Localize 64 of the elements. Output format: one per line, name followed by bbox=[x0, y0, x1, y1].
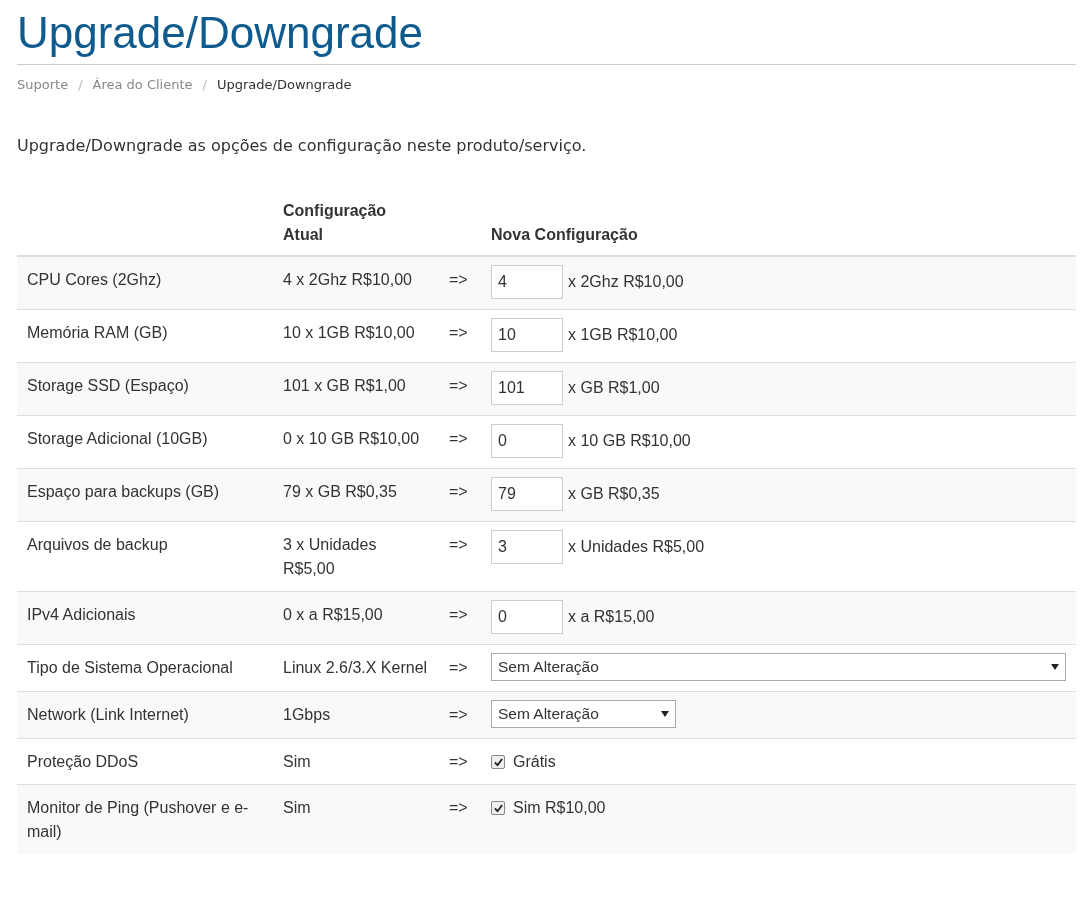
quantity-input[interactable]: 0 bbox=[491, 600, 563, 634]
quantity-input[interactable]: 3 bbox=[491, 530, 563, 564]
arrow-text: => bbox=[449, 377, 468, 394]
checkbox-label: Sim R$10,00 bbox=[513, 798, 606, 818]
arrow-text: => bbox=[449, 271, 468, 288]
checkbox[interactable] bbox=[491, 801, 505, 815]
current-value: 79 x GB R$0,35 bbox=[283, 483, 397, 500]
arrow-text: => bbox=[449, 799, 468, 816]
unit-price: x a R$15,00 bbox=[568, 607, 655, 627]
arrow-text: => bbox=[449, 753, 468, 770]
current-value: 4 x 2Ghz R$10,00 bbox=[283, 271, 412, 288]
caret-icon bbox=[661, 711, 669, 717]
option-label: Tipo de Sistema Operacional bbox=[27, 659, 233, 676]
breadcrumb-link[interactable]: Upgrade/Downgrade bbox=[216, 77, 352, 92]
option-label: Storage SSD (Espaço) bbox=[27, 377, 189, 394]
column-header: Configuração Atual bbox=[283, 201, 388, 245]
unit-price: x GB R$0,35 bbox=[568, 484, 660, 504]
breadcrumb-link[interactable]: Área do Cliente bbox=[92, 77, 193, 92]
option-label: Proteção DDoS bbox=[27, 753, 139, 770]
current-value: 3 x Unidades R$5,00 bbox=[283, 536, 377, 577]
checkbox-label: Grátis bbox=[513, 752, 556, 772]
unit-price: x 10 GB R$10,00 bbox=[568, 431, 691, 451]
option-label: Memória RAM (GB) bbox=[27, 324, 168, 341]
option-label: IPv4 Adicionais bbox=[27, 606, 136, 623]
current-value: 101 x GB R$1,00 bbox=[283, 377, 406, 394]
arrow-text: => bbox=[449, 536, 468, 553]
caret-icon bbox=[1051, 664, 1059, 670]
arrow-text: => bbox=[449, 659, 468, 676]
arrow-text: => bbox=[449, 706, 468, 723]
quantity-input[interactable]: 101 bbox=[491, 371, 563, 405]
breadcrumb-link[interactable]: Suporte bbox=[17, 77, 69, 92]
option-label: Storage Adicional (10GB) bbox=[27, 430, 208, 447]
current-value: 0 x 10 GB R$10,00 bbox=[283, 430, 420, 447]
intro-text: Upgrade/Downgrade as opções de configuração neste produto/serviço. bbox=[17, 136, 588, 155]
dropdown[interactable]: Sem Alteração bbox=[491, 653, 1066, 681]
unit-price: x GB R$1,00 bbox=[568, 378, 660, 398]
checkbox[interactable] bbox=[491, 755, 505, 769]
option-label: Espaço para backups (GB) bbox=[27, 483, 220, 500]
current-value: 1Gbps bbox=[283, 706, 331, 723]
current-value: Linux 2.6/3.X Kernel bbox=[283, 659, 428, 676]
current-value: 10 x 1GB R$10,00 bbox=[283, 324, 415, 341]
quantity-input[interactable]: 4 bbox=[491, 265, 563, 299]
arrow-text: => bbox=[449, 606, 468, 623]
page-title: Upgrade/Downgrade bbox=[17, 8, 1076, 65]
option-label: CPU Cores (2Ghz) bbox=[27, 271, 162, 288]
quantity-input[interactable]: 10 bbox=[491, 318, 563, 352]
arrow-text: => bbox=[449, 430, 468, 447]
option-label: Monitor de Ping (Pushover e e-mail) bbox=[27, 799, 249, 840]
quantity-input[interactable]: 79 bbox=[491, 477, 563, 511]
column-header: Nova Configuração bbox=[491, 226, 638, 243]
breadcrumb-separator: / bbox=[78, 77, 83, 92]
current-value: 0 x a R$15,00 bbox=[283, 606, 383, 623]
option-label: Arquivos de backup bbox=[27, 536, 168, 553]
current-value: Sim bbox=[283, 799, 311, 816]
unit-price: x 2Ghz R$10,00 bbox=[568, 272, 684, 292]
arrow-text: => bbox=[449, 483, 468, 500]
unit-price: x Unidades R$5,00 bbox=[568, 537, 705, 557]
current-value: Sim bbox=[283, 753, 311, 770]
unit-price: x 1GB R$10,00 bbox=[568, 325, 678, 345]
quantity-input[interactable]: 0 bbox=[491, 424, 563, 458]
dropdown[interactable]: Sem Alteração bbox=[491, 700, 676, 728]
breadcrumb-separator: / bbox=[202, 77, 207, 92]
arrow-text: => bbox=[449, 324, 468, 341]
option-label: Network (Link Internet) bbox=[27, 706, 189, 723]
